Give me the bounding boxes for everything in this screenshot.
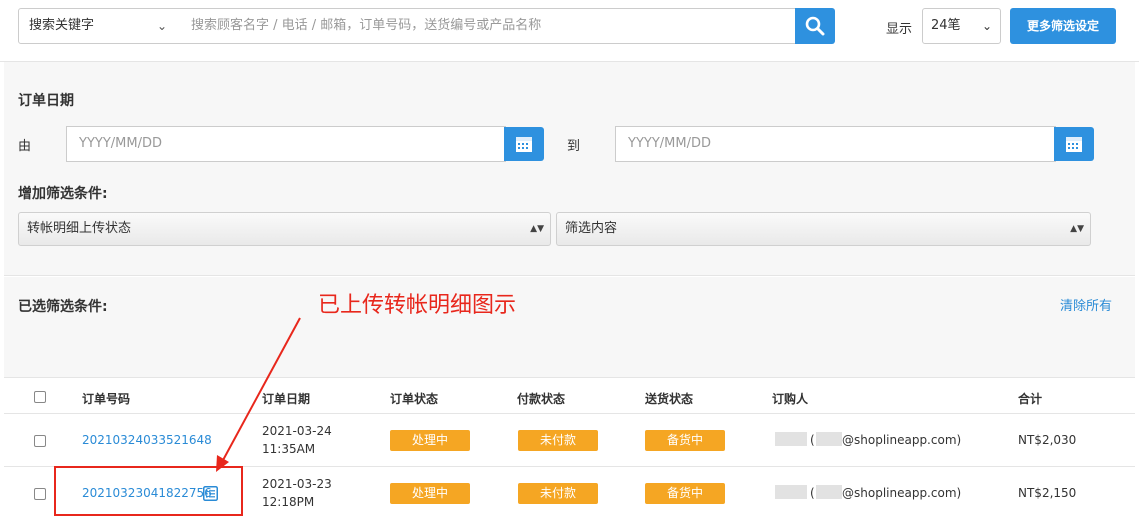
search-button[interactable]: [795, 8, 835, 44]
header-order-status: 订单状态: [390, 392, 439, 406]
row-checkbox[interactable]: [34, 488, 46, 500]
show-label: 显示: [886, 22, 913, 37]
order-time: 12:18PM: [262, 495, 315, 509]
order-total: NT$2,150: [1018, 486, 1077, 500]
search-bar: 搜索关键字 ⌄ 搜索顾客名字 / 电话 / 邮箱，订单号码，送货编号或产品名称 …: [0, 0, 1139, 62]
more-filters-button[interactable]: 更多筛选设定: [1010, 8, 1116, 44]
customer-email-redacted: [816, 485, 842, 499]
order-date: 2021-03-24: [262, 424, 332, 438]
customer-name-redacted: [775, 485, 807, 499]
search-field-select-value: 搜索关键字: [29, 18, 95, 33]
order-number-link[interactable]: 20210324033521648: [82, 433, 212, 447]
table-header-row: 订单号码 订单日期 订单状态 付款状态 送货状态 订购人 合计: [4, 377, 1135, 413]
header-payment-status: 付款状态: [517, 392, 566, 406]
payment-status-badge: 未付款: [518, 483, 598, 504]
order-time: 11:35AM: [262, 442, 316, 456]
header-order-date: 订单日期: [262, 392, 311, 406]
delivery-status-badge: 备货中: [645, 483, 725, 504]
order-total: NT$2,030: [1018, 433, 1077, 447]
date-to-calendar-button[interactable]: [1054, 127, 1094, 161]
calendar-icon: [516, 137, 532, 152]
order-date-title: 订单日期: [18, 93, 74, 109]
header-delivery-status: 送货状态: [645, 392, 694, 406]
customer-open-paren: (: [810, 486, 815, 500]
row-checkbox[interactable]: [34, 435, 46, 447]
search-field-select[interactable]: 搜索关键字 ⌄: [18, 8, 178, 44]
header-customer: 订购人: [772, 392, 809, 406]
annotation-label: 已上传转帐明细图示: [318, 293, 517, 318]
order-status-badge: 处理中: [390, 483, 470, 504]
header-order-no: 订单号码: [82, 392, 131, 406]
date-from-input[interactable]: YYYY/MM/DD: [66, 126, 506, 162]
filter-value-value: 筛选内容: [565, 221, 618, 236]
date-to-input[interactable]: YYYY/MM/DD: [615, 126, 1056, 162]
select-all-checkbox[interactable]: [34, 391, 46, 403]
chevron-down-icon: ⌄: [981, 19, 992, 33]
updown-arrows-icon: ▲▼: [1070, 224, 1084, 234]
clear-all-link[interactable]: 清除所有: [1060, 295, 1112, 314]
calendar-icon: [1066, 137, 1082, 152]
table-row: 20210324033521648 2021-03-24 11:35AM 处理中…: [4, 413, 1135, 466]
filter-field-value: 转帐明细上传状态: [27, 221, 132, 236]
customer-email: @shoplineapp.com): [842, 486, 962, 500]
order-status-badge: 处理中: [390, 430, 470, 451]
selected-filters-panel: [4, 277, 1135, 377]
filter-field-select[interactable]: 转帐明细上传状态 ▲▼: [18, 212, 551, 246]
header-total: 合计: [1018, 392, 1043, 406]
per-page-value: 24笔: [931, 18, 961, 33]
chevron-down-icon: ⌄: [156, 19, 167, 33]
updown-arrows-icon: ▲▼: [530, 224, 544, 234]
customer-email-redacted: [816, 432, 842, 446]
order-date: 2021-03-23: [262, 477, 332, 491]
selected-filters-title: 已选筛选条件:: [18, 299, 108, 315]
date-from-calendar-button[interactable]: [504, 127, 544, 161]
to-label: 到: [567, 139, 581, 154]
payment-status-badge: 未付款: [518, 430, 598, 451]
customer-name-redacted: [775, 432, 807, 446]
search-icon: [805, 16, 825, 36]
delivery-status-badge: 备货中: [645, 430, 725, 451]
customer-email: @shoplineapp.com): [842, 433, 962, 447]
customer-open-paren: (: [810, 433, 815, 447]
search-input[interactable]: 搜索顾客名字 / 电话 / 邮箱，订单号码，送货编号或产品名称: [177, 8, 796, 44]
from-label: 由: [18, 139, 32, 154]
add-filter-title: 增加筛选条件:: [18, 186, 108, 202]
annotation-highlight-box: [54, 466, 243, 516]
filter-value-select[interactable]: 筛选内容 ▲▼: [556, 212, 1091, 246]
per-page-select[interactable]: 24笔 ⌄: [922, 8, 1001, 44]
